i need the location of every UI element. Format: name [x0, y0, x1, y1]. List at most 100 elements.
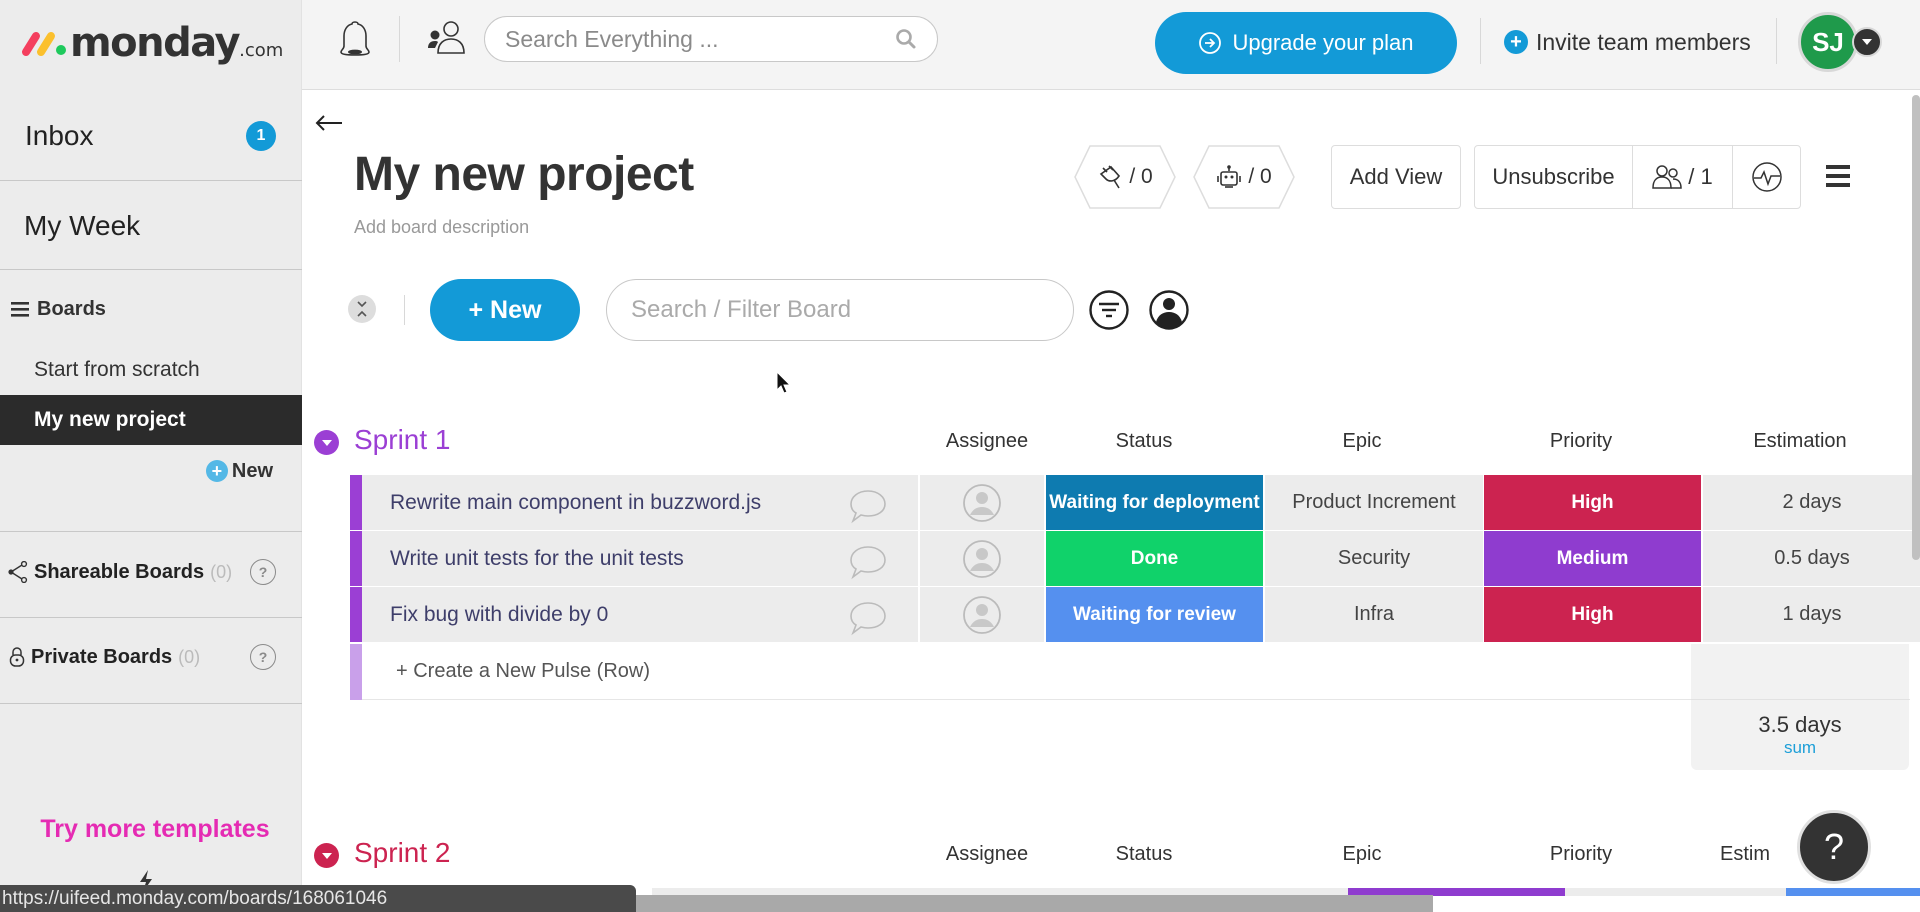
board-title[interactable]: My new project	[354, 147, 694, 202]
new-board-button[interactable]: + New	[0, 456, 302, 486]
filter-board-field[interactable]	[606, 279, 1074, 341]
item-name[interactable]: Fix bug with divide by 0	[362, 587, 918, 642]
board-description[interactable]: Add board description	[354, 217, 529, 238]
column-header-status[interactable]: Status	[1035, 430, 1253, 453]
group-title[interactable]: Sprint 1	[354, 424, 451, 456]
column-header-priority[interactable]: Priority	[1472, 843, 1690, 866]
create-new-pulse-label: + Create a New Pulse (Row)	[396, 660, 650, 682]
epic-cell[interactable]: Product Increment	[1265, 475, 1483, 530]
private-boards-count: (0)	[178, 646, 201, 667]
filter-icon[interactable]	[1088, 289, 1130, 331]
epic-cell[interactable]: Security	[1265, 531, 1483, 586]
assignee-cell[interactable]	[920, 475, 1044, 530]
unsubscribe-button[interactable]: Unsubscribe	[1475, 146, 1633, 208]
divider	[404, 295, 405, 325]
help-icon[interactable]: ?	[250, 644, 276, 670]
plus-circle-icon: +	[205, 460, 228, 482]
help-icon[interactable]: ?	[250, 559, 276, 585]
add-view-button[interactable]: Add View	[1331, 145, 1461, 209]
automations-count: / 0	[1248, 165, 1272, 188]
column-header-priority[interactable]: Priority	[1472, 430, 1690, 453]
help-button[interactable]: ?	[1797, 810, 1871, 884]
sidebar-item-my-week[interactable]: My Week	[0, 202, 302, 250]
notifications-bell-icon[interactable]	[338, 19, 372, 59]
group-collapse-toggle[interactable]	[314, 843, 339, 868]
priority-cell[interactable]	[1786, 888, 1920, 896]
assignee-cell[interactable]	[920, 531, 1044, 586]
sidebar-board-my-new-project[interactable]: My new project	[0, 395, 302, 445]
status-cell[interactable]: Waiting for deployment	[1046, 475, 1263, 530]
group-header-sprint-1: Sprint 1 Assignee Status Epic Priority E…	[302, 422, 1920, 462]
lock-icon	[9, 647, 25, 667]
collapse-groups-button[interactable]	[348, 295, 376, 323]
column-header-epic[interactable]: Epic	[1253, 430, 1471, 453]
priority-cell[interactable]: Medium	[1484, 531, 1701, 586]
priority-cell[interactable]: High	[1484, 587, 1701, 642]
filter-board-input[interactable]	[631, 296, 1049, 324]
unsubscribe-label: Unsubscribe	[1492, 164, 1615, 189]
column-header-status[interactable]: Status	[1035, 843, 1253, 866]
board-main: My new project Add board description / 0…	[302, 91, 1920, 912]
divider	[0, 269, 302, 270]
board-label: Start from scratch	[34, 358, 200, 381]
search-icon[interactable]	[895, 28, 917, 50]
person-filter-icon[interactable]	[1148, 289, 1190, 331]
try-more-templates-link[interactable]: Try more templates	[0, 815, 310, 844]
epic-cell[interactable]: Infra	[1265, 587, 1483, 642]
shareable-boards-section[interactable]: Shareable Boards (0) ?	[0, 555, 302, 589]
table-row[interactable]: Rewrite main component in buzzword.js Wa…	[350, 475, 1920, 530]
comment-bubble-icon[interactable]	[848, 488, 888, 524]
user-avatar[interactable]: SJ	[1798, 12, 1858, 72]
comment-bubble-icon[interactable]	[848, 600, 888, 636]
private-boards-label: Private Boards	[31, 645, 173, 668]
integrations-button[interactable]: / 0	[1074, 145, 1176, 209]
estimation-cell[interactable]: 1 days	[1703, 587, 1920, 642]
assignee-cell[interactable]	[920, 587, 1044, 642]
divider	[0, 180, 302, 181]
comment-bubble-icon[interactable]	[848, 544, 888, 580]
estimation-cell[interactable]: 2 days	[1703, 475, 1920, 530]
status-cell[interactable]: Waiting for review	[1046, 587, 1263, 642]
upgrade-plan-button[interactable]: Upgrade your plan	[1155, 12, 1457, 74]
estimation-cell[interactable]: 0.5 days	[1703, 531, 1920, 586]
sidebar-item-inbox[interactable]: Inbox 1	[0, 112, 302, 160]
estimation-sum-value: 3.5 days	[1758, 712, 1842, 737]
board-menu-icon[interactable]	[1826, 165, 1850, 187]
group-title[interactable]: Sprint 2	[354, 837, 451, 869]
sidebar-board-start-from-scratch[interactable]: Start from scratch	[0, 354, 302, 386]
activity-button[interactable]	[1733, 146, 1800, 208]
create-new-pulse-row[interactable]: + Create a New Pulse (Row)	[350, 644, 1910, 700]
account-menu-dropdown[interactable]	[1852, 27, 1882, 57]
divider	[1776, 18, 1777, 64]
vertical-scrollbar[interactable]	[1912, 95, 1920, 560]
board-members-button[interactable]: / 1	[1633, 146, 1733, 208]
status-cell[interactable]: Done	[1046, 531, 1263, 586]
table-row[interactable]: Write unit tests for the unit tests Done…	[350, 531, 1920, 586]
back-arrow-icon[interactable]	[314, 113, 344, 133]
item-name[interactable]: Rewrite main component in buzzword.js	[362, 475, 918, 530]
search-everything-field[interactable]	[484, 16, 938, 62]
empty-avatar-icon	[963, 595, 1001, 634]
horizontal-scrollbar[interactable]	[636, 895, 1433, 912]
plus-circle-icon: +	[1504, 30, 1528, 54]
divider	[0, 531, 302, 532]
column-header-estimation[interactable]: Estimation	[1691, 430, 1909, 453]
group-color-bar	[350, 531, 362, 586]
table-row[interactable]: Fix bug with divide by 0 Waiting for rev…	[350, 587, 1920, 642]
board-label: My new project	[34, 408, 186, 431]
private-boards-section[interactable]: Private Boards (0) ?	[0, 640, 302, 674]
group-collapse-toggle[interactable]	[314, 430, 339, 455]
automations-button[interactable]: / 0	[1193, 145, 1295, 209]
activity-pulse-icon	[1751, 162, 1782, 192]
search-everything-input[interactable]	[505, 25, 895, 53]
estimation-sum-cell[interactable]: 3.5 days sum	[1691, 700, 1909, 770]
priority-cell[interactable]: High	[1484, 475, 1701, 530]
invite-team-members-button[interactable]: + Invite team members	[1504, 22, 1751, 62]
item-name[interactable]: Write unit tests for the unit tests	[362, 531, 918, 586]
new-item-button[interactable]: + New	[430, 279, 580, 341]
boards-header[interactable]: Boards	[0, 294, 302, 324]
monday-logo[interactable]: monday .com	[20, 18, 283, 68]
board-toolbar: + New	[348, 279, 1348, 343]
column-header-epic[interactable]: Epic	[1253, 843, 1471, 866]
people-icon[interactable]	[426, 18, 466, 56]
